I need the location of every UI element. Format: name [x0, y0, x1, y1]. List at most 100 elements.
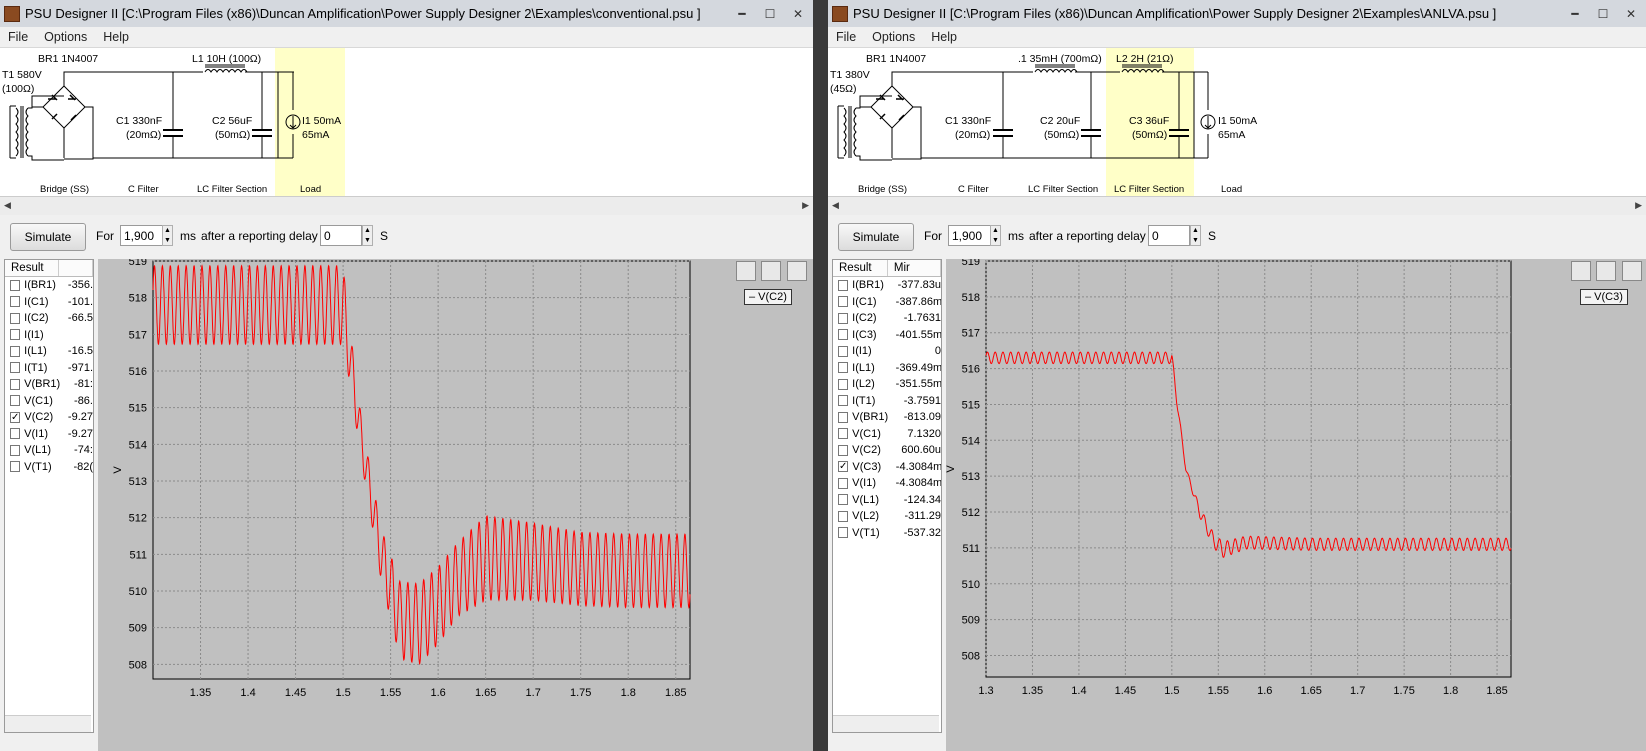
result-checkbox[interactable]	[838, 329, 849, 341]
min-column-header[interactable]	[59, 260, 93, 276]
result-checkbox[interactable]	[10, 296, 21, 308]
delay-input[interactable]: 0	[320, 225, 362, 246]
result-checkbox[interactable]	[838, 378, 849, 390]
results-scrollbar[interactable]	[5, 715, 91, 732]
result-row[interactable]: I(L1) -16.5	[5, 343, 93, 360]
result-checkbox[interactable]	[838, 527, 849, 539]
menu-file[interactable]: File	[0, 30, 36, 44]
menu-options[interactable]: Options	[864, 30, 923, 44]
result-row[interactable]: V(BR1) -81:	[5, 376, 93, 393]
result-row[interactable]: I(T1) -971.	[5, 360, 93, 377]
result-checkbox[interactable]	[10, 395, 21, 407]
duration-input[interactable]: 1,900	[948, 225, 996, 246]
result-row[interactable]: I(I1) 0	[833, 343, 941, 360]
result-row[interactable]: I(C2) -66.5	[5, 310, 93, 327]
schematic-panel[interactable]: T1 380V (45Ω) BR1 1N4007 .1 35mH (700mΩ)…	[828, 48, 1646, 196]
result-row[interactable]: I(C1) -101.	[5, 294, 93, 311]
title-bar[interactable]: PSU Designer II [C:\Program Files (x86)\…	[828, 0, 1646, 27]
result-row[interactable]: V(L2) -311.29	[833, 508, 941, 525]
result-checkbox[interactable]	[838, 279, 849, 291]
voltage-plot[interactable]: 1.3 1.35 1.4 1.45 1.5 1.55 1.6 1.65 1.7 1.75 1.8 1.…	[945, 256, 1646, 751]
maximize-button[interactable]: ☐	[757, 5, 783, 22]
result-row[interactable]: ✓ V(C3) -4.3084m	[833, 459, 941, 476]
schematic-scrollbar[interactable]: ◀ ▶	[828, 196, 1646, 216]
result-checkbox[interactable]	[10, 461, 21, 473]
menu-options[interactable]: Options	[36, 30, 95, 44]
voltage-plot[interactable]: 1.35 1.4 1.45 1.5 1.55 1.6 1.65 1.7 1.75 1.8 1.85 5…	[98, 256, 813, 751]
result-checkbox[interactable]	[838, 362, 849, 374]
result-row[interactable]: I(I1)	[5, 327, 93, 344]
title-bar[interactable]: PSU Designer II [C:\Program Files (x86)\…	[0, 0, 813, 27]
result-checkbox[interactable]	[838, 345, 849, 357]
result-checkbox[interactable]	[838, 395, 849, 407]
zoom-in-icon[interactable]	[1571, 261, 1591, 281]
scroll-left-icon[interactable]: ◀	[4, 200, 11, 211]
zoom-out-icon[interactable]	[787, 261, 807, 281]
result-row[interactable]: V(BR1) -813.09	[833, 409, 941, 426]
result-checkbox[interactable]	[838, 477, 849, 489]
duration-spinner[interactable]: ▲ ▼	[162, 225, 173, 246]
result-checkbox[interactable]	[838, 428, 849, 440]
result-checkbox[interactable]	[10, 428, 21, 440]
delay-spinner[interactable]: ▲ ▼	[362, 225, 373, 246]
result-checkbox[interactable]	[838, 411, 849, 423]
result-checkbox[interactable]	[838, 494, 849, 506]
result-row[interactable]: I(C1) -387.86m	[833, 294, 941, 311]
result-checkbox[interactable]	[10, 345, 21, 357]
simulate-button[interactable]: Simulate	[838, 223, 914, 251]
result-checkbox[interactable]: ✓	[10, 411, 21, 423]
simulate-button[interactable]: Simulate	[10, 223, 86, 251]
result-row[interactable]: I(L1) -369.49m	[833, 360, 941, 377]
result-row[interactable]: I(C3) -401.55m	[833, 327, 941, 344]
zoom-icon[interactable]	[1596, 261, 1616, 281]
result-row[interactable]: I(L2) -351.55m	[833, 376, 941, 393]
schematic-scrollbar[interactable]: ◀ ▶	[0, 196, 813, 216]
scroll-left-icon[interactable]: ◀	[832, 200, 839, 211]
minimize-button[interactable]: ━	[729, 5, 755, 22]
result-row[interactable]: V(I1) -9.27	[5, 426, 93, 443]
result-checkbox[interactable]	[10, 279, 21, 291]
zoom-in-icon[interactable]	[736, 261, 756, 281]
results-column-header[interactable]: Result	[833, 260, 888, 276]
menu-file[interactable]: File	[828, 30, 864, 44]
result-checkbox[interactable]	[10, 312, 21, 324]
result-row[interactable]: V(L1) -74:	[5, 442, 93, 459]
result-row[interactable]: V(C1) -86.	[5, 393, 93, 410]
duration-input[interactable]: 1,900	[120, 225, 168, 246]
result-row[interactable]: V(I1) -4.3084m	[833, 475, 941, 492]
scroll-right-icon[interactable]: ▶	[1635, 200, 1642, 211]
result-row[interactable]: I(BR1) -356.	[5, 277, 93, 294]
result-checkbox[interactable]	[10, 329, 21, 341]
result-checkbox[interactable]	[10, 378, 21, 390]
result-row[interactable]: I(C2) -1.7631	[833, 310, 941, 327]
result-row[interactable]: V(T1) -537.32	[833, 525, 941, 542]
minimize-button[interactable]: ━	[1562, 5, 1588, 22]
menu-help[interactable]: Help	[923, 30, 965, 44]
delay-spinner[interactable]: ▲ ▼	[1190, 225, 1201, 246]
results-scrollbar[interactable]	[833, 715, 939, 732]
menu-help[interactable]: Help	[95, 30, 137, 44]
result-checkbox[interactable]	[838, 510, 849, 522]
result-checkbox[interactable]	[838, 312, 849, 324]
result-checkbox[interactable]	[838, 296, 849, 308]
duration-spinner[interactable]: ▲ ▼	[990, 225, 1001, 246]
result-row[interactable]: I(T1) -3.7591	[833, 393, 941, 410]
min-column-header[interactable]: Mir	[888, 260, 941, 276]
scroll-right-icon[interactable]: ▶	[802, 200, 809, 211]
result-row[interactable]: V(T1) -82(	[5, 459, 93, 476]
result-row[interactable]: ✓ V(C2) -9.27	[5, 409, 93, 426]
result-checkbox[interactable]	[838, 444, 849, 456]
zoom-icon[interactable]	[761, 261, 781, 281]
schematic-panel[interactable]: T1 580V (100Ω) BR1 1N4007 L1 10H (100Ω) …	[0, 48, 813, 196]
result-row[interactable]: V(C1) 7.1320	[833, 426, 941, 443]
result-checkbox[interactable]	[10, 444, 21, 456]
result-row[interactable]: I(BR1) -377.83u	[833, 277, 941, 294]
close-button[interactable]: ✕	[1618, 5, 1644, 22]
delay-input[interactable]: 0	[1148, 225, 1190, 246]
result-checkbox[interactable]	[10, 362, 21, 374]
results-column-header[interactable]: Result	[5, 260, 59, 276]
zoom-out-icon[interactable]	[1622, 261, 1642, 281]
result-row[interactable]: V(C2) 600.60u	[833, 442, 941, 459]
result-row[interactable]: V(L1) -124.34	[833, 492, 941, 509]
result-checkbox[interactable]: ✓	[838, 461, 849, 473]
